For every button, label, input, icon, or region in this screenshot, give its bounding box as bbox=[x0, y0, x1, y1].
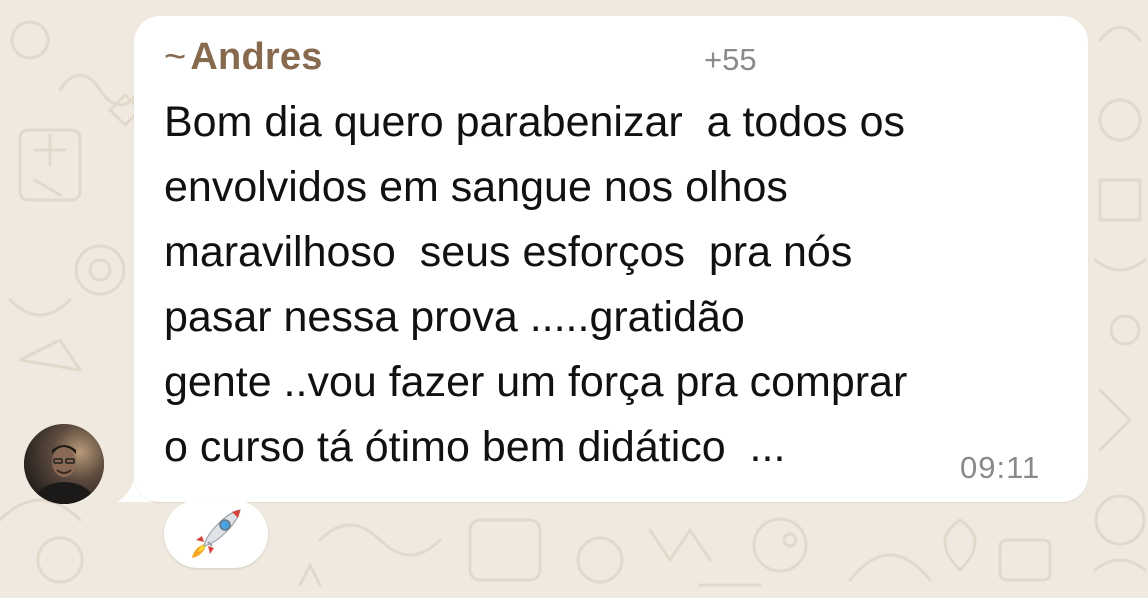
message-line: maravilhoso seus esforços pra nós bbox=[164, 228, 853, 276]
avatar-photo bbox=[24, 424, 104, 504]
reaction-pill[interactable] bbox=[164, 500, 268, 568]
message-line: gente ..vou fazer um força pra comprar bbox=[164, 358, 908, 406]
sender-name[interactable]: ~ Andres bbox=[164, 36, 323, 79]
message-text: Bom dia quero parabenizar a todos os env… bbox=[164, 90, 1064, 480]
message-timestamp: 09:11 bbox=[960, 450, 1041, 485]
sender-prefix: ~ bbox=[164, 36, 187, 78]
message-bubble[interactable]: ~ Andres +55 Bom dia quero parabenizar a … bbox=[134, 16, 1088, 502]
message-line: o curso tá ótimo bem didático ... bbox=[164, 423, 786, 471]
sender-phone-tag: +55 bbox=[704, 42, 757, 77]
message-line: Bom dia quero parabenizar a todos os bbox=[164, 98, 906, 146]
rocket-icon bbox=[192, 509, 241, 558]
message-line: pasar nessa prova .....gratidão bbox=[164, 293, 745, 341]
sender-label: Andres bbox=[190, 36, 323, 78]
avatar[interactable] bbox=[24, 424, 104, 504]
message-line: envolvidos em sangue nos olhos bbox=[164, 163, 788, 211]
